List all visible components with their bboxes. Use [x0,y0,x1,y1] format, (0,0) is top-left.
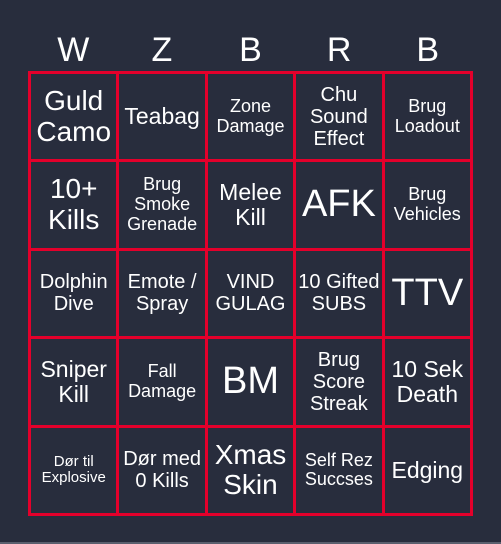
bingo-cell[interactable]: VIND GULAG [207,250,294,337]
bingo-cell[interactable]: TTV [384,250,470,337]
bingo-cell-label: Dør med 0 Kills [123,448,201,493]
bingo-cell[interactable]: Edging [384,427,470,513]
bingo-cell[interactable]: BM [207,339,294,425]
bingo-cell-label: 10+ Kills [48,173,100,236]
bingo-cell[interactable]: Brug Loadout [384,74,470,160]
bingo-cell-label: Brug Smoke Grenade [127,174,198,234]
bingo-cell-label: Edging [391,456,464,483]
bingo-cell[interactable]: Dolphin Dive [31,250,117,337]
bingo-cell-label: Dør til Explosive [41,452,106,487]
bingo-cell-label: BM [221,359,279,402]
bingo-cell-label: Emote / Spray [127,271,197,316]
header-letter-w: W [57,31,90,69]
bingo-cell[interactable]: Xmas Skin [207,427,294,513]
header-letter-z: Z [151,31,173,69]
bingo-cell[interactable]: Fall Damage [119,339,205,425]
bingo-cell[interactable]: Teabag [119,74,205,160]
bingo-cell-label: Sniper Kill [40,355,107,407]
bingo-cell-label: Self Rez Succses [304,449,373,490]
bingo-cell-label: AFK [301,183,376,226]
bingo-cell[interactable]: Dør til Explosive [31,427,117,513]
bingo-header: W Z B R B [29,30,472,70]
bingo-cell-label: Guld Camo [36,84,112,147]
bingo-cell[interactable]: 10 Sek Death [384,339,470,425]
bingo-cell[interactable]: 10+ Kills [31,162,117,248]
bingo-cell-label: TTV [391,271,464,314]
header-letter-b2: B [416,31,440,69]
bingo-cell-label: Zone Damage [216,95,285,136]
header-letter-b: B [239,31,262,69]
bingo-cell-label: 10 Gifted SUBS [298,271,380,316]
bingo-cell-label: Fall Damage [128,361,197,401]
bingo-cell-label: Chu Sound Effect [309,83,368,150]
bingo-cell-label: Brug Loadout [394,95,460,136]
bingo-cell[interactable]: Melee Kill [207,162,294,248]
bingo-cell-label: 10 Sek Death [391,355,464,407]
bingo-cell-label: Dolphin Dive [39,271,108,316]
bingo-cell[interactable]: Self Rez Succses [296,427,382,513]
bingo-cell-label: Xmas Skin [214,438,287,501]
bingo-cell[interactable]: Chu Sound Effect [296,74,382,160]
bingo-cell-label: Brug Score Streak [309,348,368,415]
bingo-cell-label: VIND GULAG [215,271,286,316]
bingo-cell[interactable]: 10 Gifted SUBS [296,250,382,337]
header-letter-r: R [326,31,352,69]
bingo-cell[interactable]: Guld Camo [31,74,117,160]
bingo-cell[interactable]: Dør med 0 Kills [119,427,205,513]
bingo-cell[interactable]: Brug Score Streak [296,339,382,425]
bingo-board: Guld Camo Teabag Zone Damage Chu Sound Effe… [28,71,473,516]
bingo-cell[interactable]: Brug Smoke Grenade [119,162,205,248]
bingo-cell[interactable]: Zone Damage [207,74,294,160]
bingo-cell[interactable]: AFK [296,162,382,248]
bingo-cell[interactable]: Emote / Spray [119,250,205,337]
bingo-cell-label: Brug Vehicles [393,184,461,225]
bingo-cell[interactable]: Brug Vehicles [384,162,470,248]
bingo-cell-label: Teabag [124,103,200,130]
bingo-cell[interactable]: Sniper Kill [31,339,117,425]
bingo-cell-label: Melee Kill [219,178,282,231]
